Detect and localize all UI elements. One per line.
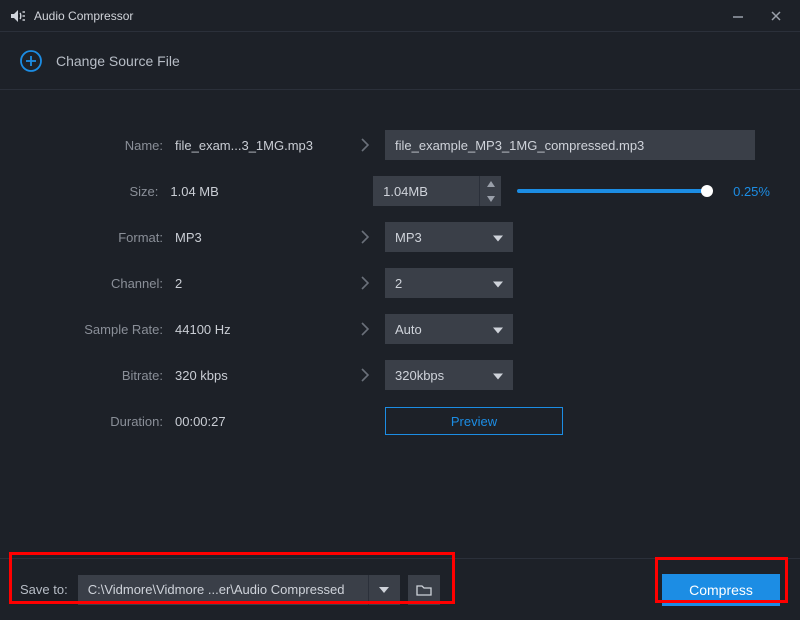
slider-thumb[interactable]	[701, 185, 713, 197]
output-name-input[interactable]: file_example_MP3_1MG_compressed.mp3	[385, 130, 755, 160]
channel-select[interactable]: 2	[385, 268, 513, 298]
change-source-label: Change Source File	[56, 53, 180, 69]
row-duration: Duration: 00:00:27 Preview	[30, 398, 770, 444]
label-sample-rate: Sample Rate:	[30, 322, 175, 337]
minimize-button[interactable]	[724, 2, 752, 30]
save-path-display[interactable]: C:\Vidmore\Vidmore ...er\Audio Compresse…	[78, 575, 368, 605]
change-source-row[interactable]: Change Source File	[0, 32, 800, 90]
arrow-icon	[345, 367, 385, 383]
row-size: Size: 1.04 MB 1.04MB 0.25%	[30, 168, 770, 214]
title-bar: Audio Compressor	[0, 0, 800, 32]
label-channel: Channel:	[30, 276, 175, 291]
bitrate-select-value: 320kbps	[395, 368, 444, 383]
sound-icon	[10, 9, 26, 23]
size-spinner[interactable]: 1.04MB	[373, 176, 501, 206]
window-title: Audio Compressor	[34, 9, 724, 23]
arrow-icon	[345, 137, 385, 153]
chevron-down-icon	[493, 276, 503, 291]
plus-circle-icon	[20, 50, 42, 72]
settings-form: Name: file_exam...3_1MG.mp3 file_example…	[0, 90, 800, 444]
source-format: MP3	[175, 230, 345, 245]
size-decrease-button[interactable]	[480, 191, 501, 206]
format-select-value: MP3	[395, 230, 422, 245]
arrow-icon	[345, 275, 385, 291]
compression-percent: 0.25%	[733, 184, 770, 199]
channel-select-value: 2	[395, 276, 402, 291]
row-format: Format: MP3 MP3	[30, 214, 770, 260]
source-size: 1.04 MB	[170, 184, 334, 199]
label-bitrate: Bitrate:	[30, 368, 175, 383]
chevron-down-icon	[493, 322, 503, 337]
size-increase-button[interactable]	[480, 176, 501, 191]
source-duration: 00:00:27	[175, 414, 345, 429]
row-bitrate: Bitrate: 320 kbps 320kbps	[30, 352, 770, 398]
row-channel: Channel: 2 2	[30, 260, 770, 306]
bitrate-select[interactable]: 320kbps	[385, 360, 513, 390]
sample-rate-select-value: Auto	[395, 322, 422, 337]
arrow-icon	[345, 321, 385, 337]
save-path-group: C:\Vidmore\Vidmore ...er\Audio Compresse…	[78, 575, 440, 605]
label-format: Format:	[30, 230, 175, 245]
close-button[interactable]	[762, 2, 790, 30]
chevron-down-icon	[493, 230, 503, 245]
source-name: file_exam...3_1MG.mp3	[175, 138, 345, 153]
browse-folder-button[interactable]	[408, 575, 440, 605]
row-name: Name: file_exam...3_1MG.mp3 file_example…	[30, 122, 770, 168]
sample-rate-select[interactable]: Auto	[385, 314, 513, 344]
row-sample-rate: Sample Rate: 44100 Hz Auto	[30, 306, 770, 352]
preview-button[interactable]: Preview	[385, 407, 563, 435]
chevron-down-icon	[493, 368, 503, 383]
save-path-dropdown[interactable]	[368, 575, 400, 605]
source-channel: 2	[175, 276, 345, 291]
bottom-bar: Save to: C:\Vidmore\Vidmore ...er\Audio …	[0, 558, 800, 620]
source-bitrate: 320 kbps	[175, 368, 345, 383]
arrow-icon	[345, 229, 385, 245]
format-select[interactable]: MP3	[385, 222, 513, 252]
label-duration: Duration:	[30, 414, 175, 429]
save-to-label: Save to:	[20, 582, 68, 597]
size-slider[interactable]	[517, 189, 707, 193]
compress-button[interactable]: Compress	[662, 574, 780, 606]
size-spinner-value: 1.04MB	[383, 184, 428, 199]
label-name: Name:	[30, 138, 175, 153]
source-sample-rate: 44100 Hz	[175, 322, 345, 337]
label-size: Size:	[30, 184, 170, 199]
